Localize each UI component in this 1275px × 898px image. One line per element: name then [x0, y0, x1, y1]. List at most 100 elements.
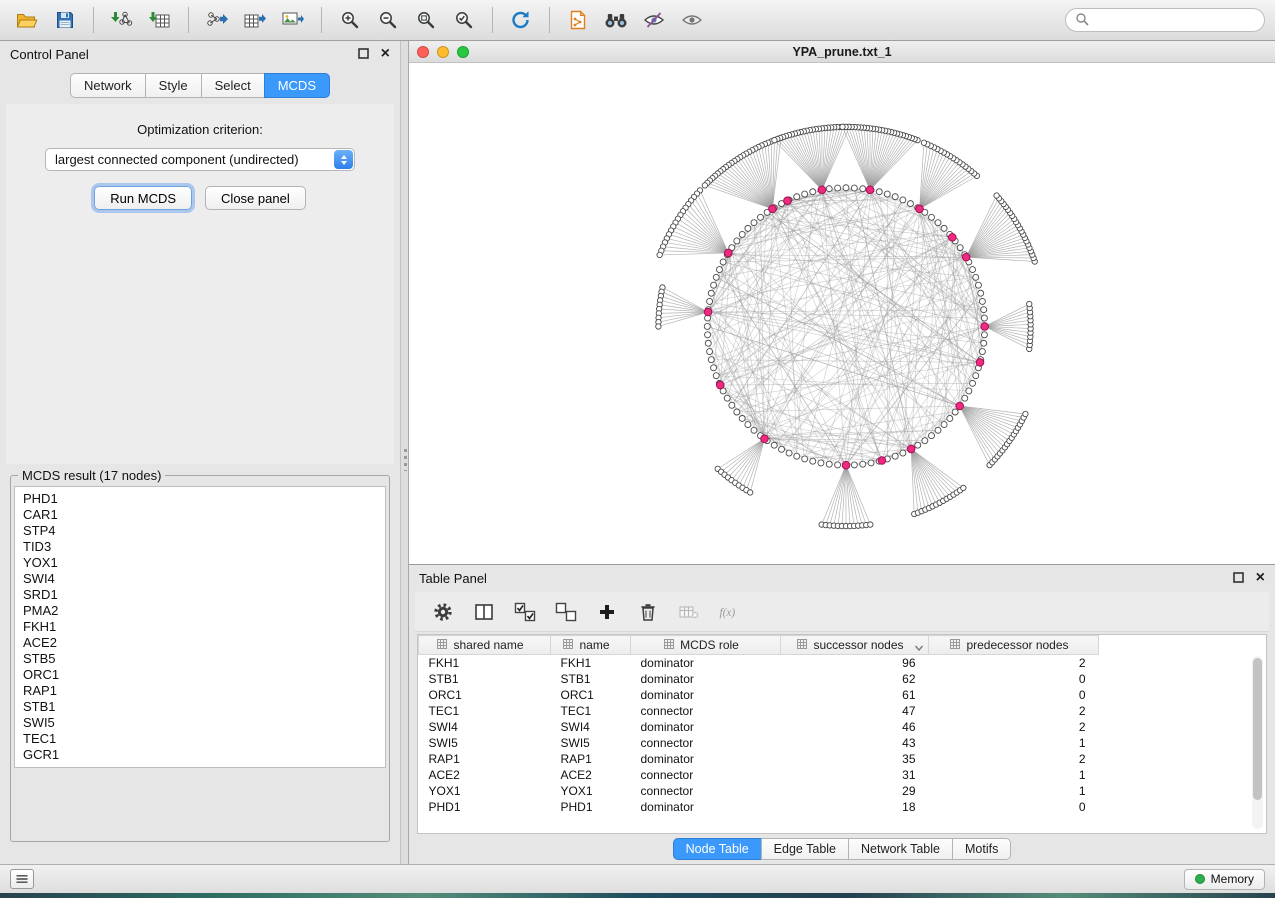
mcds-result-item[interactable]: FKH1 [23, 619, 377, 635]
search-field[interactable] [1065, 8, 1265, 32]
mcds-result-group: MCDS result (17 nodes) PHD1CAR1STP4TID3Y… [10, 468, 390, 842]
columns-icon[interactable] [472, 600, 496, 624]
show-panels-button[interactable] [10, 869, 34, 889]
new-network-from-selection-icon[interactable] [561, 4, 595, 36]
mcds-result-item[interactable]: GCR1 [23, 747, 377, 763]
table-cell: 47 [781, 703, 929, 719]
tab-style[interactable]: Style [145, 73, 201, 98]
window-zoom-button[interactable] [457, 46, 469, 58]
memory-button[interactable]: Memory [1184, 869, 1265, 890]
open-icon[interactable] [10, 4, 44, 36]
tab-select[interactable]: Select [201, 73, 264, 98]
tab-mcds[interactable]: MCDS [264, 73, 330, 98]
table-cell: 46 [781, 719, 929, 735]
search-input[interactable] [1095, 13, 1255, 27]
export-image-icon[interactable] [276, 4, 310, 36]
network-canvas[interactable] [409, 63, 1275, 564]
table-row[interactable]: PHD1PHD1dominator180 [419, 799, 1099, 815]
gear-icon[interactable] [431, 600, 455, 624]
mcds-result-item[interactable]: SWI4 [23, 571, 377, 587]
table-tab-edge-table[interactable]: Edge Table [761, 838, 848, 860]
column-header-label: shared name [453, 638, 523, 652]
mcds-result-item[interactable]: STP4 [23, 523, 377, 539]
float-table-panel-icon[interactable] [1233, 571, 1244, 586]
window-minimize-button[interactable] [437, 46, 449, 58]
import-network-icon[interactable] [105, 4, 139, 36]
column-header-mcds-role[interactable]: MCDS role [631, 636, 781, 655]
table-row[interactable]: ORC1ORC1dominator610 [419, 687, 1099, 703]
table-row[interactable]: STB1STB1dominator620 [419, 671, 1099, 687]
mcds-result-item[interactable]: PMA2 [23, 603, 377, 619]
column-header-predecessor-nodes[interactable]: predecessor nodes [929, 636, 1099, 655]
zoom-in-icon[interactable] [333, 4, 367, 36]
import-table-icon[interactable] [143, 4, 177, 36]
mcds-result-item[interactable]: CAR1 [23, 507, 377, 523]
table-cell: YOX1 [551, 783, 631, 799]
tab-network[interactable]: Network [70, 73, 145, 98]
refresh-icon[interactable] [504, 4, 538, 36]
table-cell: ORC1 [551, 687, 631, 703]
network-view-titlebar[interactable]: YPA_prune.txt_1 [409, 41, 1275, 63]
export-network-icon[interactable] [200, 4, 234, 36]
mcds-result-item[interactable]: ACE2 [23, 635, 377, 651]
table-panel-title: Table Panel [419, 571, 487, 586]
mcds-result-list[interactable]: PHD1CAR1STP4TID3YOX1SWI4SRD1PMA2FKH1ACE2… [14, 486, 386, 768]
mcds-result-item[interactable]: STB5 [23, 651, 377, 667]
memory-status-icon [1195, 874, 1205, 884]
control-panel-tabbar: NetworkStyleSelectMCDS [0, 73, 400, 98]
mcds-result-item[interactable]: STB1 [23, 699, 377, 715]
table-cell: 2 [929, 655, 1099, 671]
zoom-fit-icon[interactable] [409, 4, 443, 36]
panel-splitter[interactable] [400, 41, 409, 864]
deselect-all-icon[interactable] [554, 600, 578, 624]
table-row[interactable]: FKH1FKH1dominator962 [419, 655, 1099, 671]
table-row[interactable]: SWI4SWI4dominator462 [419, 719, 1099, 735]
float-panel-icon[interactable] [358, 47, 369, 62]
mcds-result-item[interactable]: SRD1 [23, 587, 377, 603]
close-panel-button[interactable]: Close panel [205, 186, 306, 210]
table-scrollbar-thumb[interactable] [1253, 658, 1262, 800]
node-table-container: shared name nameMCDS rolesuccessor nodesp… [417, 634, 1267, 834]
find-icon[interactable] [599, 4, 633, 36]
column-header-shared-name[interactable]: shared name [419, 636, 551, 655]
column-header-name[interactable]: name [551, 636, 631, 655]
table-cell: 1 [929, 767, 1099, 783]
table-tab-motifs[interactable]: Motifs [952, 838, 1011, 860]
table-tab-network-table[interactable]: Network Table [848, 838, 952, 860]
mcds-result-item[interactable]: SWI5 [23, 715, 377, 731]
table-cell: ACE2 [551, 767, 631, 783]
select-all-icon[interactable] [513, 600, 537, 624]
mcds-result-item[interactable]: TEC1 [23, 731, 377, 747]
show-details-icon[interactable] [675, 4, 709, 36]
column-header-successor-nodes[interactable]: successor nodes [781, 636, 929, 655]
save-icon[interactable] [48, 4, 82, 36]
delete-icon[interactable] [636, 600, 660, 624]
mcds-result-item[interactable]: YOX1 [23, 555, 377, 571]
table-cell: dominator [631, 751, 781, 767]
table-tab-node-table[interactable]: Node Table [673, 838, 761, 860]
mcds-result-item[interactable]: RAP1 [23, 683, 377, 699]
mcds-result-item[interactable]: PHD1 [23, 491, 377, 507]
export-table-icon[interactable] [238, 4, 272, 36]
table-scrollbar[interactable] [1252, 656, 1263, 829]
table-row[interactable]: SWI5SWI5connector431 [419, 735, 1099, 751]
sort-caret-icon[interactable] [914, 641, 924, 655]
zoom-selected-icon[interactable] [447, 4, 481, 36]
table-row[interactable]: ACE2ACE2connector311 [419, 767, 1099, 783]
add-icon[interactable] [595, 600, 619, 624]
table-row[interactable]: YOX1YOX1connector291 [419, 783, 1099, 799]
mcds-result-item[interactable]: TID3 [23, 539, 377, 555]
table-cell: STB1 [551, 671, 631, 687]
run-mcds-button[interactable]: Run MCDS [94, 186, 192, 210]
table-cell: FKH1 [551, 655, 631, 671]
close-table-panel-icon[interactable]: × [1256, 572, 1265, 584]
zoom-out-icon[interactable] [371, 4, 405, 36]
mcds-result-item[interactable]: ORC1 [23, 667, 377, 683]
criterion-dropdown[interactable]: largest connected component (undirected) [45, 148, 355, 171]
table-row[interactable]: RAP1RAP1dominator352 [419, 751, 1099, 767]
hide-details-icon[interactable] [637, 4, 671, 36]
close-panel-icon[interactable]: × [381, 48, 390, 60]
table-row[interactable]: TEC1TEC1connector472 [419, 703, 1099, 719]
table-cell: 31 [781, 767, 929, 783]
window-close-button[interactable] [417, 46, 429, 58]
